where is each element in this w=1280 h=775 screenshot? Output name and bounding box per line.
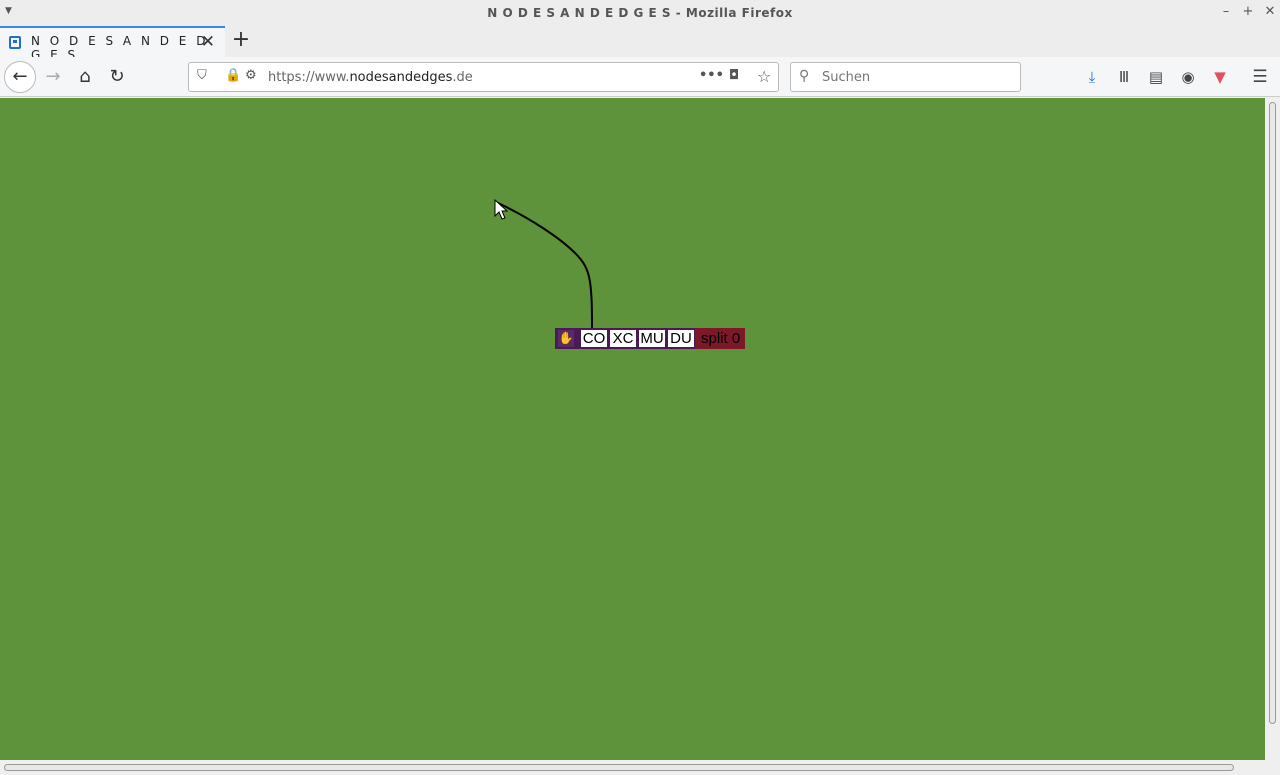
tab-bar: N O D E S A N D E D G E S ✕ + — [0, 26, 1280, 62]
search-input[interactable] — [820, 69, 1010, 86]
close-tab-icon[interactable]: ✕ — [201, 32, 215, 52]
pocket-icon[interactable]: ◘ — [729, 68, 739, 83]
minimize-icon[interactable]: – — [1218, 4, 1234, 20]
search-icon: ⚲ — [799, 68, 810, 84]
downloads-icon[interactable]: ⤓ — [1082, 67, 1102, 87]
node-canvas[interactable] — [0, 98, 1265, 760]
shield-icon[interactable]: ⛉ — [197, 68, 207, 83]
search-bar[interactable]: ⚲ — [790, 62, 1021, 92]
edge-curve — [495, 201, 593, 329]
horizontal-scrollbar[interactable] — [0, 760, 1280, 775]
account-icon[interactable]: ◉ — [1178, 67, 1198, 87]
node-split[interactable]: ✋ CO XC MU DU split 0 — [555, 328, 745, 349]
back-button[interactable]: ← — [4, 61, 36, 93]
library-icon[interactable]: Ⅲ — [1114, 67, 1134, 87]
navigation-toolbar: ← → ⌂ ↻ ⛉ 🔒 ⚙ https://www.nodesandedges.… — [0, 57, 1280, 97]
pocket-save-icon[interactable]: ▼ — [1210, 67, 1230, 87]
edge-layer — [495, 201, 593, 329]
maximize-icon[interactable]: + — [1240, 4, 1256, 20]
node-button-xc[interactable]: XC — [610, 330, 636, 347]
reload-button[interactable]: ↻ — [103, 63, 131, 91]
close-window-icon[interactable]: ✕ — [1262, 4, 1278, 20]
permissions-icon[interactable]: ⚙ — [245, 68, 257, 83]
window-title: N O D E S A N D E D G E S - Mozilla Fire… — [487, 6, 793, 20]
lock-icon[interactable]: 🔒 — [225, 68, 241, 83]
page-favicon-icon — [9, 36, 21, 49]
vertical-scrollbar[interactable] — [1265, 98, 1280, 760]
tab-nodesandedges[interactable]: N O D E S A N D E D G E S ✕ — [0, 26, 225, 62]
hamburger-menu-icon[interactable]: ☰ — [1250, 67, 1270, 87]
node-button-mu[interactable]: MU — [639, 330, 665, 347]
sidebar-icon[interactable]: ▤ — [1146, 67, 1166, 87]
url-text[interactable]: https://www.nodesandedges.de — [268, 70, 473, 85]
hand-drag-icon[interactable]: ✋ — [558, 330, 574, 347]
window-titlebar: ▼ N O D E S A N D E D G E S - Mozilla Fi… — [0, 0, 1280, 26]
horizontal-scroll-thumb[interactable] — [4, 764, 1234, 771]
url-bar[interactable]: ⛉ 🔒 ⚙ https://www.nodesandedges.de ••• ◘… — [188, 62, 779, 92]
home-button[interactable]: ⌂ — [71, 63, 99, 91]
node-button-co[interactable]: CO — [581, 330, 607, 347]
bookmark-star-icon[interactable]: ☆ — [757, 67, 771, 86]
new-tab-button[interactable]: + — [230, 28, 252, 54]
node-label: split 0 — [695, 328, 745, 349]
forward-button[interactable]: → — [39, 63, 67, 91]
page-actions-icon[interactable]: ••• — [699, 68, 724, 83]
vertical-scroll-thumb[interactable] — [1269, 102, 1276, 724]
mouse-cursor-icon — [494, 199, 509, 220]
node-button-du[interactable]: DU — [668, 330, 694, 347]
